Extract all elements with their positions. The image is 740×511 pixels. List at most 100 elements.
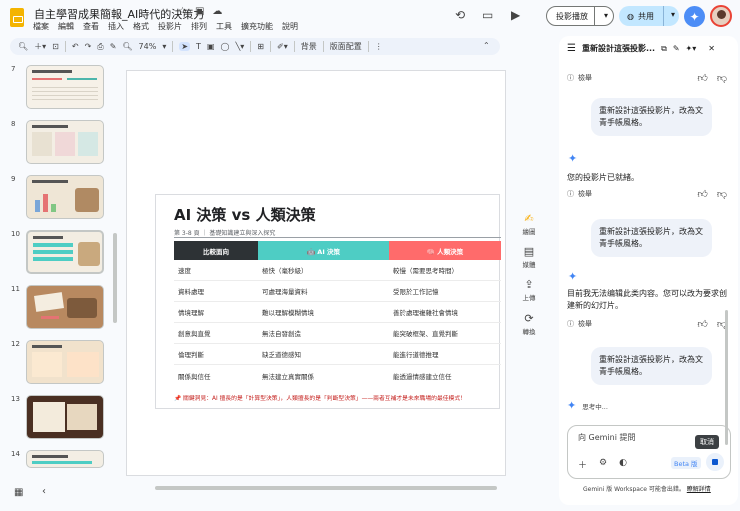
new-chat-icon[interactable]: ✎ [673,44,680,53]
search-menus-icon[interactable]: 🔍︎ [18,42,28,51]
feedback-row: ⓘ 檢舉 👍︎ 👎︎ [567,72,727,84]
table-row[interactable]: 資料處理 可處理海量資料 受限於工作記憶 [174,281,501,302]
slide-thumbnail-10[interactable] [26,230,104,274]
menu-help[interactable]: 說明 [282,21,298,32]
undo-icon[interactable]: ↶ [72,42,79,51]
menu-extensions[interactable]: 擴充功能 [241,21,273,32]
slideshow-label: 投影播放 [556,11,588,21]
slide-subtitle[interactable]: 第 3-8 頁 ｜ 基礎知識建立與深入探究 [174,228,275,237]
layout-button[interactable]: 版面配置 [330,41,362,52]
zoom-select[interactable]: 74% [139,42,157,51]
collapse-toolbar-icon[interactable]: ⌃ [483,41,490,50]
table-row[interactable]: 倫理判斷 缺乏道德感知 能進行道德推理 [174,344,501,365]
thumbs-down-icon[interactable]: 👎︎ [717,72,727,84]
slide-title[interactable]: AI 決策 vs 人類決策 [174,204,316,225]
shape-icon[interactable]: ◯ [221,42,230,51]
table-header-ai[interactable]: 🤖 AI 決策 [258,241,389,260]
table-row[interactable]: 關係與信任 無法建立真實關係 能透過情感建立信任 [174,365,501,386]
collapse-filmstrip-icon[interactable]: ‹ [42,486,46,497]
rail-draw-button[interactable]: ✍ 繪圖 [513,212,545,236]
prompt-input[interactable]: 向 Gemini 提問 ＋ ⚙ ◐ Beta 版 [567,425,731,479]
table-header-aspect[interactable]: 比較面向 [174,241,258,260]
slide-thumbnail-11[interactable] [26,285,104,329]
select-cursor-icon[interactable]: ➤ [179,42,191,51]
chevron-down-icon[interactable]: ▾ [671,10,675,19]
key-insight-note[interactable]: 📌 關鍵洞見：AI 擅長的是「計算型決策」，人類擅長的是「判斷型決策」——兩者互… [174,393,466,402]
slides-logo-icon[interactable] [10,8,24,27]
stop-button[interactable] [706,453,724,471]
report-icon[interactable]: ⓘ [567,319,574,329]
rail-upload-button[interactable]: ⇪ 上傳 [513,278,545,302]
menu-tools[interactable]: 工具 [216,21,232,32]
slide-thumbnail-8[interactable] [26,120,104,164]
pen-color-icon[interactable]: ✐▾ [277,42,288,51]
thumbs-down-icon[interactable]: 👎︎ [717,188,727,200]
star-icon[interactable]: ☆ [178,6,187,17]
panel-scrollbar[interactable] [725,310,728,445]
add-slide-icon[interactable]: ⊡ [52,42,59,51]
slide-thumbnail-9[interactable] [26,175,104,219]
new-slide-icon[interactable]: ＋▾ [34,41,46,52]
slideshow-button[interactable]: 投影播放 ▾ [546,6,614,26]
rail-media-button[interactable]: ▤ 媒體 [513,245,545,269]
menu-view[interactable]: 查看 [83,21,99,32]
sparkle-menu-icon[interactable]: ✦▾ [686,44,697,53]
current-slide[interactable]: AI 決策 vs 人類決策 第 3-8 頁 ｜ 基礎知識建立與深入探究 比較面向… [155,194,501,409]
history-icon[interactable]: ⟲ [455,8,465,22]
rail-convert-button[interactable]: ⟳ 轉換 [513,312,545,336]
thumbs-up-icon[interactable]: 👍︎ [697,72,707,84]
menu-insert[interactable]: 插入 [108,21,124,32]
thumbs-up-icon[interactable]: 👍︎ [697,318,707,330]
report-icon[interactable]: ⓘ [567,73,574,83]
palette-icon[interactable]: ◐ [619,458,627,471]
table-header-human[interactable]: 🧠 人類決策 [389,241,501,260]
avatar[interactable] [710,5,732,27]
menu-arrange[interactable]: 排列 [191,21,207,32]
slide-number: 11 [11,285,20,293]
menu-edit[interactable]: 編輯 [58,21,74,32]
background-button[interactable]: 背景 [301,41,317,52]
paint-format-icon[interactable]: ✎ [110,42,117,51]
share-button[interactable]: ◍ 共用 ▾ [619,6,679,26]
zoom-icon[interactable]: 🔍︎ [122,42,132,51]
conversation-title[interactable]: 重新設計這張投影... [582,43,655,54]
close-icon[interactable]: ✕ [708,44,715,53]
text-box-icon[interactable]: T [196,42,201,51]
redo-icon[interactable]: ↷ [85,42,92,51]
report-icon[interactable]: ⓘ [567,189,574,199]
canvas-horizontal-scrollbar[interactable] [155,486,497,490]
add-comment-icon[interactable]: ⊞ [257,42,264,51]
table-row[interactable]: 速度 極快（毫秒級） 較慢（需要思考時間） [174,260,501,281]
filmstrip-scrollbar[interactable] [113,233,117,323]
image-icon[interactable]: ▣ [207,42,215,51]
menu-format[interactable]: 格式 [133,21,149,32]
open-external-icon[interactable]: ⧉ [661,44,667,54]
more-options-icon[interactable]: ⋮ [375,42,383,51]
move-folder-icon[interactable]: ▣ [195,6,204,17]
slide-thumbnail-14[interactable] [26,450,104,468]
slide-thumbnail-12[interactable] [26,340,104,384]
learn-more-link[interactable]: 瞭解詳情 [687,486,711,493]
tune-icon[interactable]: ⚙ [599,458,607,471]
chevron-down-icon[interactable]: ▾ [604,11,608,20]
menu-slide[interactable]: 投影片 [158,21,182,32]
thumbs-up-icon[interactable]: 👍︎ [697,188,707,200]
meet-icon[interactable]: ▶ [511,8,520,22]
menu-file[interactable]: 檔案 [33,21,49,32]
slide-number: 8 [11,120,16,128]
grid-view-icon[interactable]: ▦ [14,487,23,498]
slide-thumbnail-7[interactable] [26,65,104,109]
cancel-tooltip: 取消 [695,435,719,449]
chevron-down-icon[interactable]: ▾ [162,42,166,51]
slide-thumbnail-13[interactable] [26,395,104,439]
gemini-spark-icon[interactable]: ✦ [684,6,705,27]
comments-icon[interactable]: ▭ [482,8,493,22]
cloud-status-icon[interactable]: ☁ [212,6,222,17]
add-icon[interactable]: ＋ [578,458,587,471]
table-row[interactable]: 創意與直覺 無法自發創造 能突破框架、直覺判斷 [174,323,501,344]
print-icon[interactable]: ⎙ [97,42,103,52]
prompt-placeholder[interactable]: 向 Gemini 提問 [578,432,636,443]
line-icon[interactable]: ╲▾ [235,42,244,51]
table-row[interactable]: 情境理解 難以理解模糊情境 善於處理複雜社會情境 [174,302,501,323]
menu-icon[interactable]: ☰ [567,43,576,54]
